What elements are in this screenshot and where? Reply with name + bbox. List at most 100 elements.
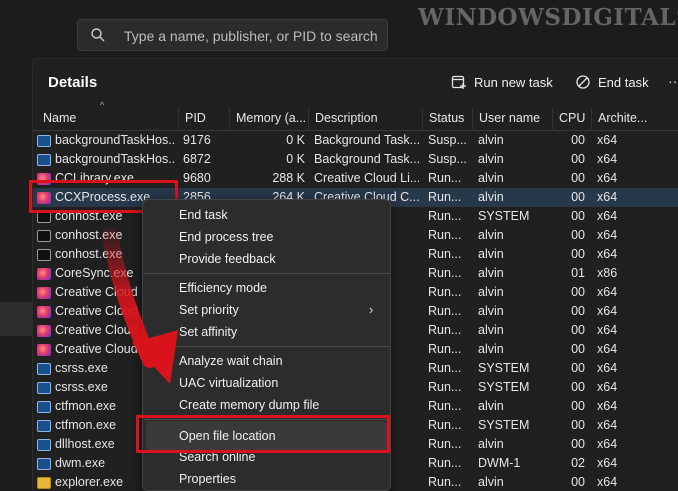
process-pid: 9680 — [183, 171, 211, 185]
process-status: Susp... — [428, 133, 467, 147]
process-name-text: backgroundTaskHos... — [55, 133, 175, 147]
submenu-chevron-icon: › — [369, 302, 374, 317]
menu-uac-virtualization[interactable]: UAC virtualization — [179, 376, 278, 390]
process-status: Run... — [428, 171, 462, 185]
end-task-button[interactable]: End task — [575, 72, 649, 92]
process-architecture: x64 — [597, 152, 618, 166]
process-architecture: x64 — [597, 247, 618, 261]
run-new-task-label: Run new task — [474, 74, 553, 90]
column-memory[interactable]: Memory (a... — [229, 107, 308, 131]
process-user: alvin — [478, 171, 504, 185]
menu-analyze-wait-chain[interactable]: Analyze wait chain — [179, 354, 283, 368]
process-status: Run... — [428, 266, 462, 280]
title-bar: Type a name, publisher, or PID to search… — [0, 0, 678, 58]
process-user: SYSTEM — [478, 380, 530, 394]
window-app-icon — [37, 400, 51, 413]
end-task-icon — [576, 75, 590, 89]
process-pid: 6872 — [183, 152, 211, 166]
process-memory: 0 K — [286, 133, 305, 147]
process-architecture: x64 — [597, 133, 618, 147]
process-architecture: x64 — [597, 285, 618, 299]
process-user: SYSTEM — [478, 361, 530, 375]
table-row[interactable]: backgroundTaskHos... 9176 0 K Background Ta… — [33, 131, 678, 150]
menu-provide-feedback[interactable]: Provide feedback — [179, 252, 276, 266]
process-memory: 288 K — [272, 171, 305, 185]
process-status: Run... — [428, 190, 462, 204]
folder-icon — [37, 476, 51, 489]
process-cpu: 00 — [571, 152, 585, 166]
window-app-icon — [37, 134, 51, 147]
menu-create-memory-dump[interactable]: Create memory dump file — [179, 398, 319, 412]
menu-set-affinity[interactable]: Set affinity — [179, 325, 237, 339]
menu-properties[interactable]: Properties — [179, 472, 236, 486]
menu-separator — [144, 273, 390, 274]
menu-set-priority[interactable]: Set priority — [179, 303, 239, 317]
page-title: Details — [48, 74, 98, 91]
column-user-name[interactable]: User name — [472, 107, 552, 131]
navigation-pane — [0, 58, 32, 491]
process-user: alvin — [478, 152, 504, 166]
process-description: Background Task... — [314, 133, 419, 147]
process-pid: 9176 — [183, 133, 211, 147]
process-cpu: 00 — [571, 380, 585, 394]
process-architecture: x64 — [597, 209, 618, 223]
process-status: Run... — [428, 342, 462, 356]
process-cpu: 00 — [571, 133, 585, 147]
process-name-text: dllhost.exe — [55, 437, 115, 451]
menu-end-task[interactable]: End task — [179, 208, 228, 222]
run-new-task-button[interactable]: Run new task — [451, 72, 553, 92]
process-architecture: x64 — [597, 475, 618, 489]
console-icon — [37, 229, 51, 242]
process-cpu: 00 — [571, 304, 585, 318]
process-cpu: 00 — [571, 475, 585, 489]
search-input[interactable]: Type a name, publisher, or PID to search — [124, 28, 378, 44]
process-user: alvin — [478, 323, 504, 337]
window-app-icon — [37, 457, 51, 470]
column-pid[interactable]: PID — [178, 107, 229, 131]
column-architecture[interactable]: Archite... — [591, 107, 678, 131]
menu-efficiency-mode[interactable]: Efficiency mode — [179, 281, 267, 295]
window-app-icon — [37, 153, 51, 166]
process-architecture: x64 — [597, 361, 618, 375]
table-row[interactable]: backgroundTaskHos... 6872 0 K Background Ta… — [33, 150, 678, 169]
process-user: alvin — [478, 342, 504, 356]
process-cpu: 01 — [571, 266, 585, 280]
process-cpu: 00 — [571, 247, 585, 261]
process-status: Run... — [428, 209, 462, 223]
process-status: Run... — [428, 361, 462, 375]
column-status[interactable]: Status — [422, 107, 472, 131]
window-app-icon — [37, 438, 51, 451]
process-name: backgroundTaskHos... — [37, 150, 175, 169]
process-cpu: 00 — [571, 285, 585, 299]
nav-item-details[interactable] — [0, 302, 32, 336]
process-status: Run... — [428, 380, 462, 394]
process-memory: 0 K — [286, 152, 305, 166]
column-cpu[interactable]: CPU — [552, 107, 591, 131]
more-options-button[interactable]: ··· — [668, 73, 678, 89]
process-status: Run... — [428, 304, 462, 318]
menu-end-process-tree[interactable]: End process tree — [179, 230, 274, 244]
console-icon — [37, 248, 51, 261]
process-architecture: x64 — [597, 399, 618, 413]
process-user: alvin — [478, 228, 504, 242]
process-status: Run... — [428, 228, 462, 242]
process-name-text: dwm.exe — [55, 456, 106, 470]
process-cpu: 00 — [571, 399, 585, 413]
process-user: alvin — [478, 266, 504, 280]
process-status: Run... — [428, 399, 462, 413]
search-icon — [90, 27, 106, 48]
process-user: alvin — [478, 437, 504, 451]
process-status: Susp... — [428, 152, 467, 166]
process-name: backgroundTaskHos... — [37, 131, 175, 150]
column-description[interactable]: Description — [308, 107, 422, 131]
search-box[interactable]: Type a name, publisher, or PID to search — [77, 19, 388, 51]
process-name-text: backgroundTaskHos... — [55, 152, 175, 166]
process-architecture: x86 — [597, 266, 618, 280]
process-cpu: 00 — [571, 342, 585, 356]
process-user: SYSTEM — [478, 418, 530, 432]
column-name[interactable]: Name — [33, 107, 178, 131]
process-name-text: ctfmon.exe — [55, 418, 117, 432]
process-description: Background Task... — [314, 152, 419, 166]
creative-cloud-icon — [37, 324, 51, 337]
window-app-icon — [37, 362, 51, 375]
